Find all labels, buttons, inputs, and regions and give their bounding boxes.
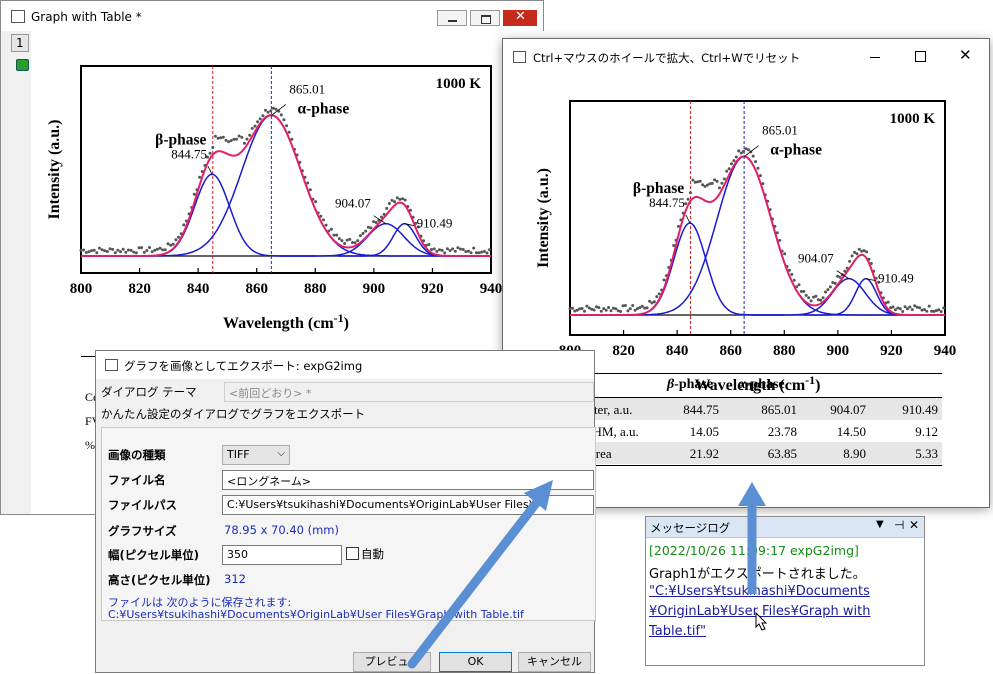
annotation-arrows [407,480,768,669]
arrow-from-log [738,482,766,594]
mouse-cursor-icon [755,611,768,631]
arrow-to-preview [407,480,553,669]
